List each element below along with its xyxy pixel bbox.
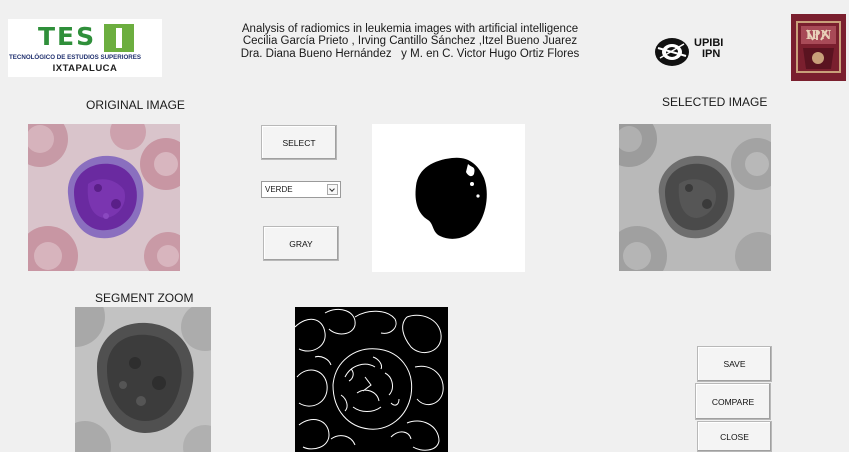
ipn-seal: IPN [791,14,846,81]
tes-logo-mark [104,24,134,52]
selected-image-label: SELECTED IMAGE [662,95,768,109]
authors-line-2: Dra. Diana Bueno Hernández y M. en C. Vi… [240,47,580,60]
selected-image [619,124,771,271]
channel-dropdown[interactable]: VERDE [261,181,341,198]
binary-mask-image [372,124,525,272]
ipn-seal-text: IPN [805,28,832,42]
tes-logo-subtitle: TECNOLÓGICO DE ESTUDIOS SUPERIORES [9,54,142,61]
channel-dropdown-value: VERDE [265,185,293,194]
compare-button[interactable]: COMPARE [695,383,771,420]
tes-logo: TES TECNOLÓGICO DE ESTUDIOS SUPERIORES I… [8,19,162,77]
edge-detection-image [295,307,448,452]
header-text: Analysis of radiomics in leukemia images… [210,23,610,60]
save-button[interactable]: SAVE [697,346,772,382]
segment-zoom-label: SEGMENT ZOOM [95,291,194,305]
original-image-label: ORIGINAL IMAGE [86,98,185,112]
upibi-logo: UPIBI IPN [654,34,734,70]
tes-logo-city: IXTAPALUCA [52,63,118,74]
original-image [28,124,180,271]
select-button[interactable]: SELECT [261,125,337,160]
tes-logo-word: TES [38,22,97,51]
authors-line-1: Cecilia García Prieto , Irving Cantillo … [242,35,578,48]
gray-button[interactable]: GRAY [263,226,339,261]
close-button[interactable]: CLOSE [697,421,772,452]
upibi-logo-line2: IPN [702,48,721,60]
segment-zoom-image [75,307,211,452]
chevron-down-icon[interactable] [327,184,338,195]
app-title: Analysis of radiomics in leukemia images… [241,23,579,35]
